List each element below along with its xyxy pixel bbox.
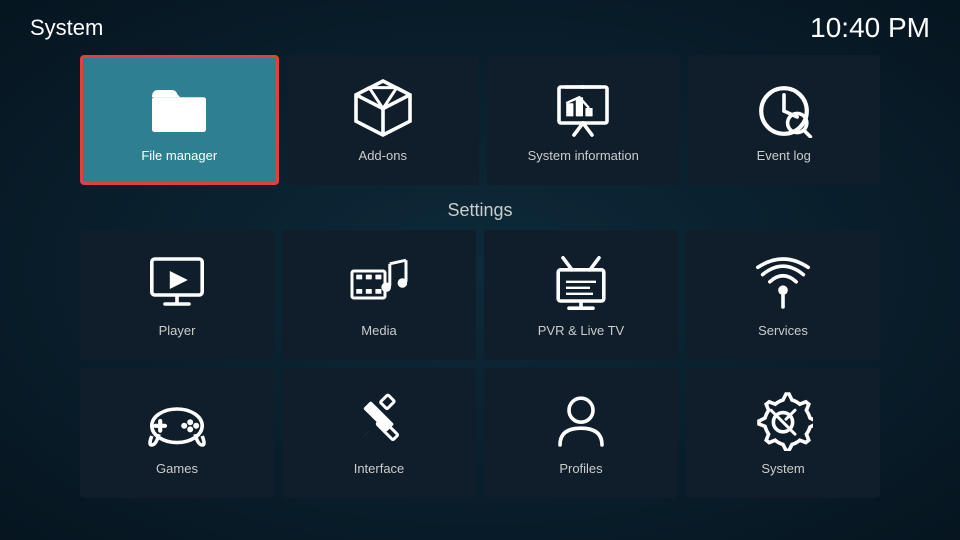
tile-file-manager[interactable]: File manager (80, 55, 279, 185)
tile-event-log-label: Event log (757, 148, 811, 163)
tile-interface-label: Interface (354, 461, 405, 476)
tile-add-ons-label: Add-ons (359, 148, 407, 163)
settings-row-1: Player (80, 230, 880, 360)
tile-system-information[interactable]: System information (487, 55, 680, 185)
file-manager-icon (149, 78, 209, 138)
player-icon (147, 253, 207, 313)
tile-profiles-label: Profiles (559, 461, 602, 476)
tile-media-label: Media (361, 323, 396, 338)
tile-interface[interactable]: Interface (282, 368, 476, 498)
settings-grid: Player (80, 230, 880, 506)
clock: 10:40 PM (810, 12, 930, 44)
tile-system-information-label: System information (528, 148, 639, 163)
tile-file-manager-label: File manager (141, 148, 217, 163)
tile-system-settings-label: System (761, 461, 804, 476)
settings-row-2: Games Interface (80, 368, 880, 498)
media-icon (349, 253, 409, 313)
app-title: System (30, 15, 103, 41)
tile-services[interactable]: Services (686, 230, 880, 360)
top-tile-row: File manager Add-ons (80, 55, 880, 185)
event-log-icon (754, 78, 814, 138)
interface-icon (349, 391, 409, 451)
tile-media[interactable]: Media (282, 230, 476, 360)
header: System 10:40 PM (0, 0, 960, 56)
tile-add-ons[interactable]: Add-ons (287, 55, 480, 185)
system-settings-icon (753, 391, 813, 451)
add-ons-icon (353, 78, 413, 138)
tile-player[interactable]: Player (80, 230, 274, 360)
games-icon (147, 391, 207, 451)
tile-event-log[interactable]: Event log (688, 55, 881, 185)
pvr-live-tv-icon (551, 253, 611, 313)
tile-profiles[interactable]: Profiles (484, 368, 678, 498)
tile-games[interactable]: Games (80, 368, 274, 498)
settings-section-label: Settings (0, 200, 960, 221)
tile-player-label: Player (159, 323, 196, 338)
services-icon (753, 253, 813, 313)
tile-pvr-live-tv-label: PVR & Live TV (538, 323, 624, 338)
tile-system-settings[interactable]: System (686, 368, 880, 498)
profiles-icon (551, 391, 611, 451)
system-information-icon (553, 78, 613, 138)
tile-pvr-live-tv[interactable]: PVR & Live TV (484, 230, 678, 360)
tile-services-label: Services (758, 323, 808, 338)
tile-games-label: Games (156, 461, 198, 476)
